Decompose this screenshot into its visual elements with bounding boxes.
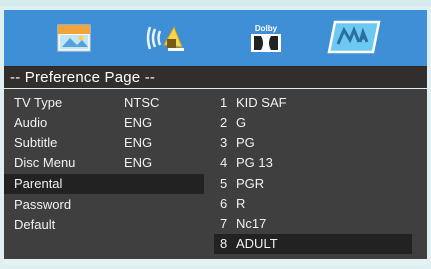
rating-option-label: KID SAF <box>236 95 287 110</box>
rating-option-number: 1 <box>220 95 228 110</box>
menu-item-default[interactable]: Default <box>4 215 204 235</box>
menu-item-value: ENG <box>124 135 153 150</box>
page-title-bar: -- Preference Page -- <box>4 66 427 88</box>
tab-preference-setup[interactable] <box>324 10 384 66</box>
speaker-icon <box>144 21 188 55</box>
rating-option-label: PG <box>236 135 255 150</box>
rating-option-4[interactable]: 4 PG 13 <box>214 153 412 173</box>
menu-item-audio[interactable]: Audio ENG <box>4 113 204 133</box>
rating-option-label: Nc17 <box>236 216 267 231</box>
rating-option-number: 5 <box>220 176 228 191</box>
menu-item-value: ENG <box>124 115 153 130</box>
menu-item-label: Parental <box>14 176 63 191</box>
menu-item-label: Audio <box>14 115 48 130</box>
menu-item-label: TV Type <box>14 95 63 110</box>
menu-item-tv-type[interactable]: TV Type NTSC <box>4 93 204 113</box>
menu-item-password[interactable]: Password <box>4 195 204 215</box>
menu-item-value: NTSC <box>124 95 160 110</box>
rating-option-label: G <box>236 115 247 130</box>
rating-option-label: PG 13 <box>236 155 273 170</box>
rating-option-label: PGR <box>236 176 265 191</box>
menu-item-parental[interactable]: Parental <box>4 174 204 194</box>
rating-option-label: R <box>236 196 246 211</box>
rating-option-number: 7 <box>220 216 228 231</box>
menu-item-disc-menu[interactable]: Disc Menu ENG <box>4 153 204 173</box>
rating-option-3[interactable]: 3 PG <box>214 133 412 153</box>
rating-option-6[interactable]: 6 R <box>214 194 412 214</box>
rating-option-number: 3 <box>220 135 228 150</box>
rating-option-1[interactable]: 1 KID SAF <box>214 93 412 113</box>
menu-item-label: Default <box>14 217 56 232</box>
menu-item-label: Disc Menu <box>14 155 76 170</box>
rating-option-5[interactable]: 5 PGR <box>214 174 412 194</box>
menu-panel: TV Type NTSC Audio ENG Subtitle ENG Disc… <box>4 89 427 259</box>
rating-option-2[interactable]: 2 G <box>214 113 412 133</box>
dolby-icon <box>250 33 282 53</box>
menu-item-subtitle[interactable]: Subtitle ENG <box>4 133 204 153</box>
dolby-label: Dolby <box>254 23 278 33</box>
tab-audio-setup[interactable] <box>136 10 196 66</box>
menu-item-label: Password <box>14 197 72 212</box>
tab-general-setup[interactable] <box>44 10 104 66</box>
tab-dolby-setup[interactable]: Dolby <box>236 10 296 66</box>
rating-option-7[interactable]: 7 Nc17 <box>214 214 412 234</box>
page-title: -- Preference Page -- <box>10 69 156 86</box>
rating-option-8[interactable]: 8 ADULT <box>214 234 412 254</box>
rating-option-number: 2 <box>220 115 228 130</box>
rating-option-number: 8 <box>220 236 228 251</box>
flag-icon <box>57 23 91 53</box>
menu-item-value: ENG <box>124 155 153 170</box>
menu-item-label: Subtitle <box>14 135 58 150</box>
bottom-strip <box>4 259 427 265</box>
rating-option-number: 4 <box>220 155 228 170</box>
setup-tab-bar: Dolby <box>4 10 427 66</box>
preference-icon <box>327 18 381 58</box>
rating-option-number: 6 <box>220 196 228 211</box>
rating-option-label: ADULT <box>236 236 278 251</box>
